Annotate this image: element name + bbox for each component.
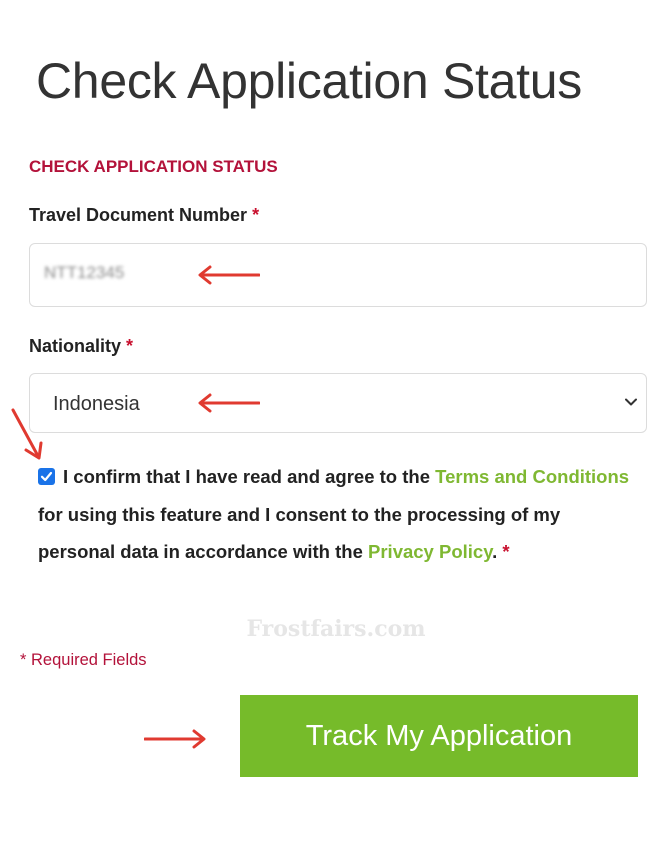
- travel-document-label-text: Travel Document Number: [29, 205, 248, 225]
- required-asterisk: *: [126, 336, 134, 356]
- check-icon: [40, 471, 53, 482]
- annotation-arrow-left-icon: [198, 265, 260, 285]
- nationality-selected-value: Indonesia: [53, 393, 140, 415]
- terms-link[interactable]: Terms and Conditions: [435, 466, 629, 487]
- watermark: Frostfairs.com: [246, 616, 426, 642]
- section-heading: CHECK APPLICATION STATUS: [29, 157, 278, 176]
- page-title: Check Application Status: [36, 53, 582, 109]
- nationality-select[interactable]: Indonesia: [29, 373, 647, 433]
- consent-text-part: I confirm that I have read and agree to …: [63, 466, 436, 487]
- required-asterisk: *: [502, 541, 510, 562]
- travel-document-label: Travel Document Number *: [29, 205, 259, 226]
- track-my-application-button[interactable]: Track My Application: [240, 695, 638, 777]
- annotation-arrow-down-right-icon: [11, 408, 43, 460]
- chevron-down-icon: [625, 398, 637, 406]
- consent-text-part: .: [492, 541, 498, 562]
- nationality-label: Nationality *: [29, 336, 133, 357]
- travel-document-value: NTT12345: [44, 263, 125, 282]
- privacy-link[interactable]: Privacy Policy: [368, 541, 492, 562]
- required-asterisk: *: [252, 205, 260, 225]
- annotation-arrow-right-icon: [144, 729, 206, 749]
- required-fields-note: * Required Fields: [20, 651, 147, 669]
- nationality-label-text: Nationality: [29, 336, 122, 356]
- annotation-arrow-left-icon: [198, 393, 260, 413]
- consent-statement: I confirm that I have read and agree to …: [38, 458, 638, 571]
- consent-checkbox[interactable]: [38, 468, 55, 485]
